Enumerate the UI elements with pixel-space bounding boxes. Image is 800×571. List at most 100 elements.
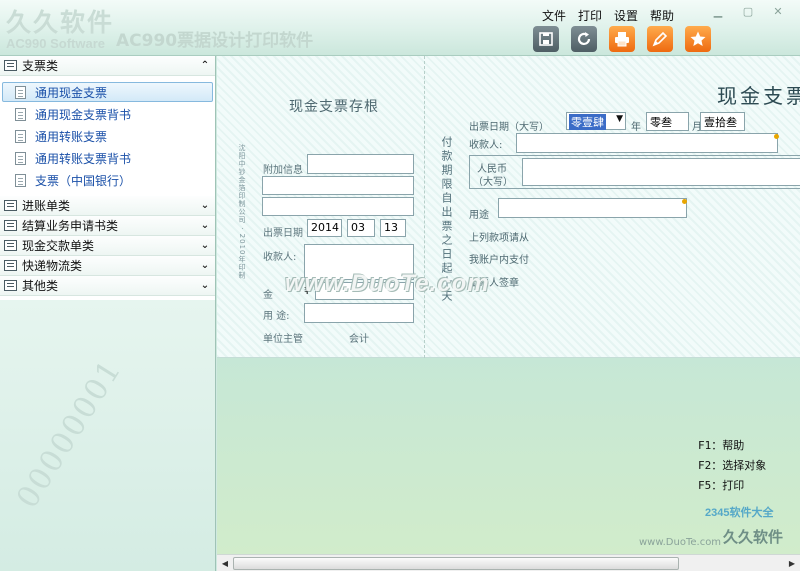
minimize-icon[interactable]: ▁ xyxy=(708,5,728,20)
stub-title: 现金支票存根 xyxy=(289,99,379,115)
group-label: 现金交款单类 xyxy=(22,239,95,253)
site-logo-watermark: 2345软件大全 xyxy=(705,507,774,519)
menu-help[interactable]: 帮助 xyxy=(644,5,680,26)
menu-file[interactable]: 文件 xyxy=(536,5,572,26)
list-item-boc-cheque[interactable]: 支票（中国银行） xyxy=(2,170,213,190)
cheque-payee-label: 收款人: xyxy=(469,140,503,151)
stub-extra-info-label: 附加信息 xyxy=(263,165,303,176)
stub-amount-label: 金 xyxy=(263,290,273,301)
document-icon xyxy=(15,129,26,143)
print-icon xyxy=(615,32,629,47)
favorite-button[interactable] xyxy=(685,26,711,52)
save-button[interactable] xyxy=(533,26,559,52)
save-icon xyxy=(539,32,553,46)
group-label: 进账单类 xyxy=(22,199,71,213)
stub-month-field[interactable]: 03 xyxy=(347,219,375,237)
list-item-cash-cheque[interactable]: 通用现金支票 xyxy=(2,82,213,102)
group-cheque[interactable]: 支票类 ⌃ xyxy=(0,56,215,76)
maximize-icon[interactable]: ▢ xyxy=(738,5,758,20)
stub-extra-info-field-3[interactable] xyxy=(262,197,414,216)
window-controls: ▁ ▢ ✕ xyxy=(708,5,788,20)
list-item-transfer-cheque-endorse[interactable]: 通用转账支票背书 xyxy=(2,148,213,168)
list-icon xyxy=(4,260,17,271)
chevron-down-icon[interactable]: ⌄ xyxy=(199,240,211,251)
document-icon xyxy=(15,151,26,165)
group-label: 结算业务申请书类 xyxy=(22,219,119,233)
cheque-year-select[interactable]: 零壹肆 ▼ xyxy=(566,112,626,130)
cheque-year-value: 零壹肆 xyxy=(569,114,606,130)
chevron-up-icon[interactable]: ⌃ xyxy=(199,60,211,71)
group-other[interactable]: 其他类 ⌄ xyxy=(0,276,215,296)
cheque-body: 现金支票 付款期限自出票之日起十天 出票日期（大写） 零壹肆 ▼ 年 零叁 月 … xyxy=(425,56,800,358)
group-label: 支票类 xyxy=(22,59,59,73)
list-item-cash-cheque-endorse[interactable]: 通用现金支票背书 xyxy=(2,104,213,124)
stub-printer-note: 沈阳中钞金箔印制公司 · 2010年印制 xyxy=(238,144,246,280)
menu-settings[interactable]: 设置 xyxy=(608,5,644,26)
cheque-template: 现金支票存根 沈阳中钞金箔印制公司 · 2010年印制 附加信息 出票日期 20… xyxy=(217,56,800,358)
list-icon xyxy=(4,240,17,251)
chevron-down-icon[interactable]: ⌄ xyxy=(199,280,211,291)
list-icon xyxy=(4,60,17,71)
cheque-list: 通用现金支票 通用现金支票背书 通用转账支票 通用转账支票背书 支票（中国银行） xyxy=(0,76,215,196)
scroll-right-icon[interactable]: ▶ xyxy=(784,555,800,571)
cheque-rmb-sub-label: （大写） xyxy=(473,177,513,188)
title-bar: 久久软件 AC990 Software AC990票据设计打印软件 文件 打印 … xyxy=(0,0,800,56)
scroll-left-icon[interactable]: ◀ xyxy=(217,555,233,571)
shortcut-help: F1：帮助 xyxy=(698,439,745,452)
list-item-label: 通用现金支票背书 xyxy=(35,107,132,122)
design-icon xyxy=(652,31,668,47)
list-item-label: 通用现金支票 xyxy=(35,85,108,100)
scroll-track[interactable] xyxy=(233,556,784,571)
list-icon xyxy=(4,280,17,291)
list-item-label: 支票（中国银行） xyxy=(35,173,132,188)
print-button[interactable] xyxy=(609,26,635,52)
list-item-label: 通用转账支票背书 xyxy=(35,151,132,166)
cheque-year-suffix: 年 xyxy=(631,122,641,133)
menu-print[interactable]: 打印 xyxy=(572,5,608,26)
chevron-down-icon[interactable]: ⌄ xyxy=(199,220,211,231)
cheque-stub: 现金支票存根 沈阳中钞金箔印制公司 · 2010年印制 附加信息 出票日期 20… xyxy=(217,56,425,358)
stub-year-field[interactable]: 2014 xyxy=(307,219,342,237)
document-icon xyxy=(15,85,26,99)
cheque-month-field[interactable]: 零叁 xyxy=(646,112,689,131)
design-canvas: 现金支票存根 沈阳中钞金箔印制公司 · 2010年印制 附加信息 出票日期 20… xyxy=(217,56,800,554)
group-cash-deposit[interactable]: 现金交款单类 ⌄ xyxy=(0,236,215,256)
brand-logo: 久久软件 xyxy=(6,8,115,37)
list-item-transfer-cheque[interactable]: 通用转账支票 xyxy=(2,126,213,146)
stub-day-field[interactable]: 13 xyxy=(380,219,406,237)
stub-payee-label: 收款人: xyxy=(263,252,297,263)
group-deposit[interactable]: 进账单类 ⌄ xyxy=(0,196,215,216)
cheque-instruction-2: 我账户内支付 xyxy=(469,255,529,266)
cheque-amount-words-field[interactable] xyxy=(522,158,800,186)
list-item-label: 通用转账支票 xyxy=(35,129,108,144)
stub-extra-info-field-1[interactable] xyxy=(307,154,414,174)
group-express[interactable]: 快递物流类 ⌄ xyxy=(0,256,215,276)
shortcut-hints: F1：帮助 F2：选择对象 F5：打印 xyxy=(698,436,766,496)
field-marker xyxy=(774,134,779,139)
stub-extra-info-field-2[interactable] xyxy=(262,176,414,195)
scroll-thumb[interactable] xyxy=(233,556,679,570)
close-icon[interactable]: ✕ xyxy=(768,5,788,20)
list-icon xyxy=(4,200,17,211)
cheque-day-field[interactable]: 壹拾叁 xyxy=(700,112,745,131)
app-title: AC990票据设计打印软件 xyxy=(116,31,314,51)
group-label: 快递物流类 xyxy=(22,259,83,273)
shortcut-print: F5：打印 xyxy=(698,479,745,492)
stub-supervisor-label: 单位主管 xyxy=(263,334,303,345)
horizontal-scrollbar[interactable]: ◀ ▶ xyxy=(217,554,800,571)
refresh-button[interactable] xyxy=(571,26,597,52)
group-settlement[interactable]: 结算业务申请书类 ⌄ xyxy=(0,216,215,236)
chevron-down-icon[interactable]: ⌄ xyxy=(199,260,211,271)
cheque-payee-field[interactable] xyxy=(516,133,778,153)
bottom-brand-watermark: 久久软件 xyxy=(723,528,784,546)
menu-bar: 文件 打印 设置 帮助 xyxy=(536,5,680,26)
favorite-icon xyxy=(690,31,706,46)
cheque-purpose-field[interactable] xyxy=(498,198,687,218)
site-url-watermark: www.DuoTe.com xyxy=(639,537,722,548)
brand-subtitle: AC990 Software xyxy=(6,36,105,51)
chevron-down-icon[interactable]: ⌄ xyxy=(199,200,211,211)
shortcut-select: F2：选择对象 xyxy=(698,459,767,472)
list-icon xyxy=(4,220,17,231)
stub-purpose-field[interactable] xyxy=(304,303,414,323)
design-button[interactable] xyxy=(647,26,673,52)
